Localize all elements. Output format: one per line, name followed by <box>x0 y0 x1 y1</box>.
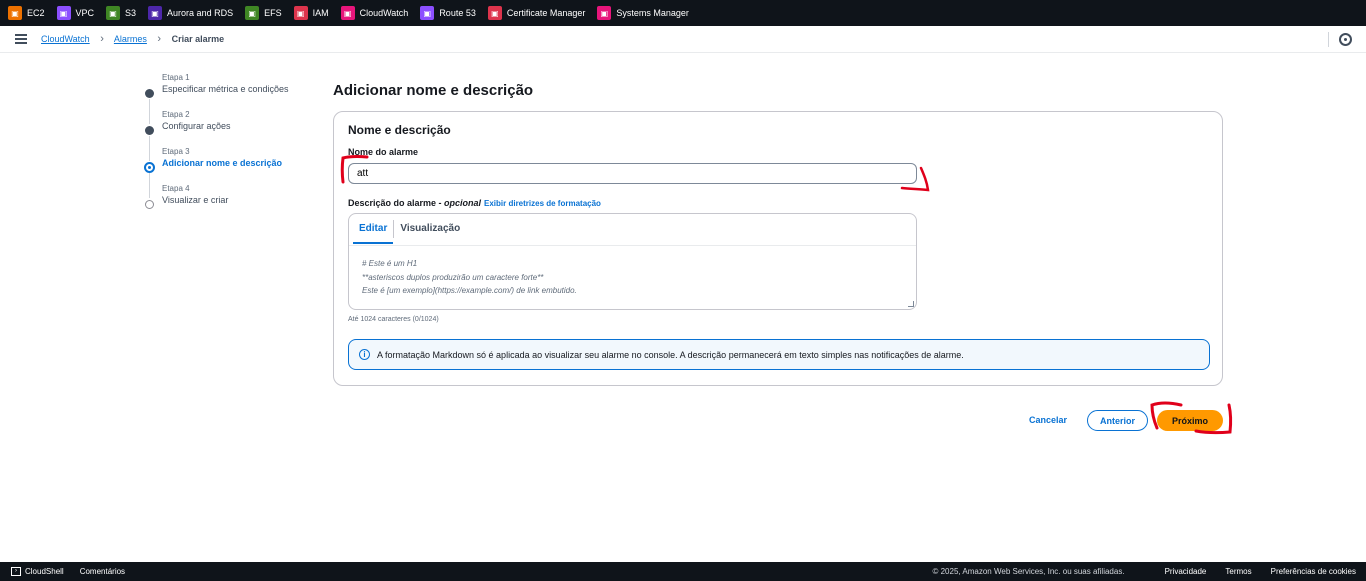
breadcrumb-current: Criar alarme <box>171 34 225 44</box>
service-certificate-manager[interactable]: ▣ Certificate Manager <box>487 6 586 20</box>
step-label: Etapa 4 <box>162 184 190 193</box>
settings-icon[interactable] <box>1339 33 1352 46</box>
character-count-hint: Até 1024 caracteres (0/1024) <box>348 316 439 323</box>
privacy-link[interactable]: Privacidade <box>1165 567 1207 576</box>
step-title: Adicionar nome e descrição <box>162 158 283 168</box>
step-pending-icon <box>145 200 154 209</box>
service-label: Systems Manager <box>616 8 689 18</box>
editor-tabs: Editar Visualização <box>349 214 916 244</box>
formatting-guidelines-link[interactable]: Exibir diretrizes de formatação <box>484 199 601 208</box>
description-label-text: Descrição do alarme - <box>348 198 445 208</box>
cloudshell-button[interactable]: CloudShell <box>25 567 64 576</box>
vpc-icon: ▣ <box>56 6 71 20</box>
service-label: EFS <box>264 8 282 18</box>
s3-icon: ▣ <box>106 6 121 20</box>
alarm-name-label: Nome do alarme <box>348 147 419 157</box>
step-label: Etapa 3 <box>162 147 190 156</box>
footer: › CloudShell Comentários © 2025, Amazon … <box>0 562 1366 581</box>
certificate-manager-icon: ▣ <box>487 6 502 20</box>
comments-link[interactable]: Comentários <box>80 567 125 576</box>
menu-icon[interactable] <box>15 34 27 44</box>
optional-text: opcional <box>444 198 482 208</box>
step-complete-icon <box>145 126 154 135</box>
breadcrumb-bar: CloudWatch › Alarmes › Criar alarme <box>0 26 1366 53</box>
cloudshell-icon[interactable]: › <box>11 567 21 576</box>
placeholder-line: **asteriscos duplos produzirão um caract… <box>362 272 544 282</box>
cancel-button[interactable]: Cancelar <box>1021 410 1075 430</box>
tab-preview[interactable]: Visualização <box>394 214 466 244</box>
service-label: S3 <box>125 8 137 18</box>
service-label: Certificate Manager <box>506 8 586 18</box>
alarm-description-label: Descrição do alarme - opcional <box>348 198 481 208</box>
service-vpc[interactable]: ▣ VPC <box>56 6 95 20</box>
step-title: Visualizar e criar <box>162 195 229 205</box>
description-editor: Editar Visualização # Este é um H1 **ast… <box>348 213 917 310</box>
service-ec2[interactable]: ▣ EC2 <box>8 6 45 20</box>
copyright-text: © 2025, Amazon Web Services, Inc. ou sua… <box>932 567 1125 576</box>
step-label: Etapa 2 <box>162 110 190 119</box>
service-label: Route 53 <box>439 8 476 18</box>
terms-link[interactable]: Termos <box>1225 567 1251 576</box>
page-title: Adicionar nome e descrição <box>333 82 534 99</box>
info-icon: i <box>359 349 370 360</box>
step-4: Etapa 4 Visualizar e criar <box>144 183 324 220</box>
step-complete-icon <box>145 89 154 98</box>
rds-icon: ▣ <box>148 6 163 20</box>
service-route53[interactable]: ▣ Route 53 <box>420 6 476 20</box>
alarm-name-input[interactable] <box>348 163 917 184</box>
name-description-panel: Nome e descrição Nome do alarme Descriçã… <box>333 111 1223 386</box>
placeholder-line: Este é [um exemplo](https://example.com/… <box>362 286 577 295</box>
service-s3[interactable]: ▣ S3 <box>106 6 136 20</box>
chevron-right-icon: › <box>100 33 104 45</box>
efs-icon: ▣ <box>245 6 260 20</box>
systems-manager-icon: ▣ <box>597 6 612 20</box>
service-rds[interactable]: ▣ Aurora and RDS <box>148 6 233 20</box>
chevron-right-icon: › <box>157 33 162 45</box>
service-label: EC2 <box>27 8 45 18</box>
resize-handle-icon[interactable] <box>908 301 914 307</box>
service-label: IAM <box>312 8 329 18</box>
service-systems-manager[interactable]: ▣ Systems Manager <box>597 6 689 20</box>
service-efs[interactable]: ▣ EFS <box>245 6 282 20</box>
step-active-icon <box>144 162 155 173</box>
divider <box>349 245 916 246</box>
divider <box>1328 32 1329 47</box>
step-title: Configurar ações <box>162 121 231 131</box>
service-label: VPC <box>75 8 95 18</box>
description-textarea[interactable]: # Este é um H1 **asteriscos duplos produ… <box>362 257 577 298</box>
service-iam[interactable]: ▣ IAM <box>293 6 329 20</box>
iam-icon: ▣ <box>293 6 308 20</box>
services-bar: ▣ EC2 ▣ VPC ▣ S3 ▣ Aurora and RDS ▣ EFS … <box>0 0 1366 26</box>
step-1[interactable]: Etapa 1 Especificar métrica e condições <box>144 72 324 124</box>
info-text: A formatação Markdown só é aplicada ao v… <box>377 349 964 360</box>
cookie-preferences-link[interactable]: Preferências de cookies <box>1271 567 1356 576</box>
service-label: CloudWatch <box>359 8 409 18</box>
cloudwatch-icon: ▣ <box>340 6 355 20</box>
placeholder-line: # Este é um H1 <box>362 259 418 268</box>
wizard-steps: Etapa 1 Especificar métrica e condições … <box>144 72 324 220</box>
step-2[interactable]: Etapa 2 Configurar ações <box>144 109 324 161</box>
step-label: Etapa 1 <box>162 73 190 82</box>
breadcrumb-alarms[interactable]: Alarmes <box>114 34 147 44</box>
breadcrumb: CloudWatch › Alarmes › Criar alarme <box>41 33 224 45</box>
step-3: Etapa 3 Adicionar nome e descrição <box>144 146 324 198</box>
service-cloudwatch[interactable]: ▣ CloudWatch <box>340 6 409 20</box>
panel-title: Nome e descrição <box>348 123 451 137</box>
step-title: Especificar métrica e condições <box>162 84 289 94</box>
service-label: Aurora and RDS <box>167 8 234 18</box>
route53-icon: ▣ <box>420 6 435 20</box>
tab-edit[interactable]: Editar <box>353 214 394 244</box>
ec2-icon: ▣ <box>8 6 22 20</box>
previous-button[interactable]: Anterior <box>1087 410 1148 431</box>
info-alert: i A formatação Markdown só é aplicada ao… <box>348 339 1210 370</box>
breadcrumb-cloudwatch[interactable]: CloudWatch <box>41 34 90 44</box>
next-button[interactable]: Próximo <box>1157 410 1223 431</box>
